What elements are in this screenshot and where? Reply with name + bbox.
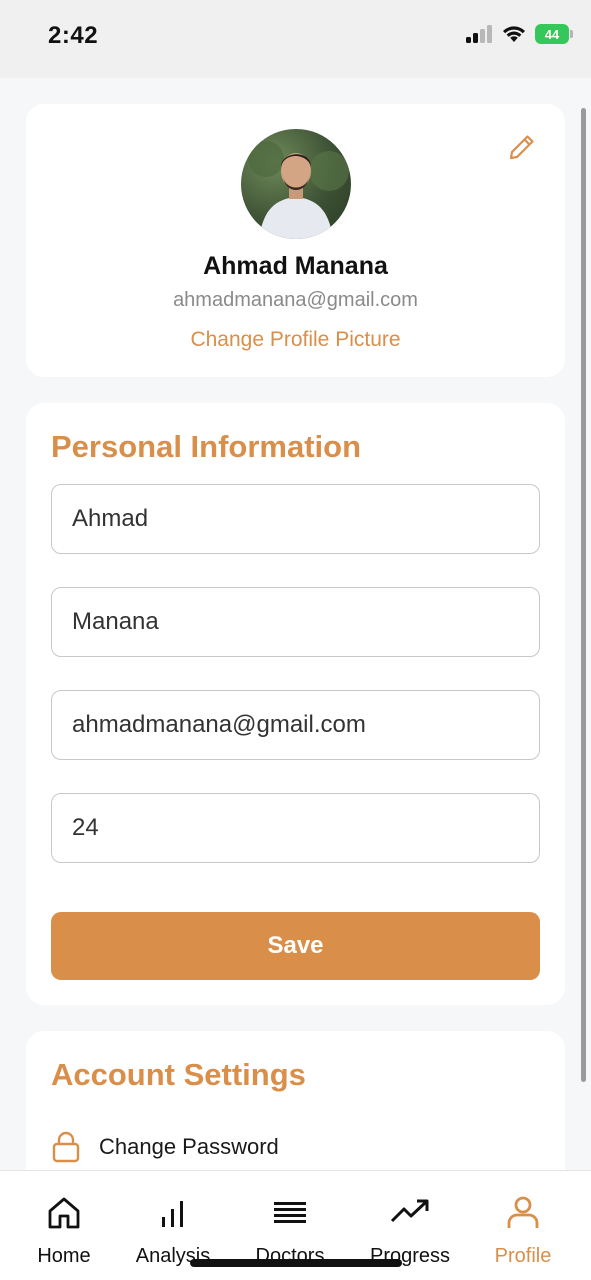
personal-information-title: Personal Information — [51, 429, 362, 464]
cellular-signal-icon — [466, 25, 492, 43]
battery-indicator: 44 — [535, 24, 573, 44]
avatar[interactable] — [241, 129, 351, 239]
person-icon — [507, 1196, 539, 1228]
wifi-icon — [503, 26, 525, 42]
trending-up-icon — [390, 1199, 429, 1223]
scrollbar[interactable] — [581, 108, 586, 1082]
email-field[interactable]: ahmadmanana@gmail.com — [51, 690, 540, 760]
account-settings-card: Account Settings Change Password — [26, 1031, 565, 1170]
home-icon — [48, 1197, 80, 1229]
tab-progress[interactable]: Progress — [355, 1193, 465, 1268]
account-settings-title: Account Settings — [51, 1057, 306, 1092]
bar-chart-icon — [162, 1201, 183, 1227]
first-name-field[interactable]: Ahmad — [51, 484, 540, 554]
home-indicator — [190, 1259, 402, 1267]
change-password-label: Change Password — [99, 1134, 279, 1159]
status-icons: 44 — [465, 24, 573, 44]
personal-information-card: Personal Information Ahmad Manana ahmadm… — [26, 403, 565, 1005]
change-profile-picture-link[interactable]: Change Profile Picture — [26, 328, 565, 352]
last-name-field[interactable]: Manana — [51, 587, 540, 657]
profile-card: Ahmad Manana ahmadmanana@gmail.com Chang… — [26, 104, 565, 377]
avatar-photo — [248, 141, 349, 239]
tab-doctors[interactable]: Doctors — [235, 1193, 345, 1268]
status-bar: 2:42 44 — [0, 0, 591, 78]
profile-email: ahmadmanana@gmail.com — [173, 289, 418, 311]
list-icon — [274, 1202, 306, 1223]
profile-name: Ahmad Manana — [203, 252, 388, 280]
change-password-item[interactable]: Change Password — [51, 1131, 279, 1163]
tab-profile[interactable]: Profile — [468, 1193, 578, 1268]
age-field[interactable]: 24 — [51, 793, 540, 863]
profile-screen[interactable]: Ahmad Manana ahmadmanana@gmail.com Chang… — [0, 78, 591, 1170]
tab-home-label: Home — [37, 1245, 91, 1267]
save-button[interactable]: Save — [51, 912, 540, 980]
tab-analysis[interactable]: Analysis — [118, 1193, 228, 1268]
battery-level: 44 — [544, 26, 560, 42]
tab-profile-label: Profile — [494, 1245, 552, 1267]
lock-icon — [52, 1131, 80, 1163]
status-time: 2:42 — [48, 22, 99, 49]
edit-pencil-icon[interactable] — [507, 132, 537, 162]
tab-home[interactable]: Home — [9, 1193, 119, 1268]
